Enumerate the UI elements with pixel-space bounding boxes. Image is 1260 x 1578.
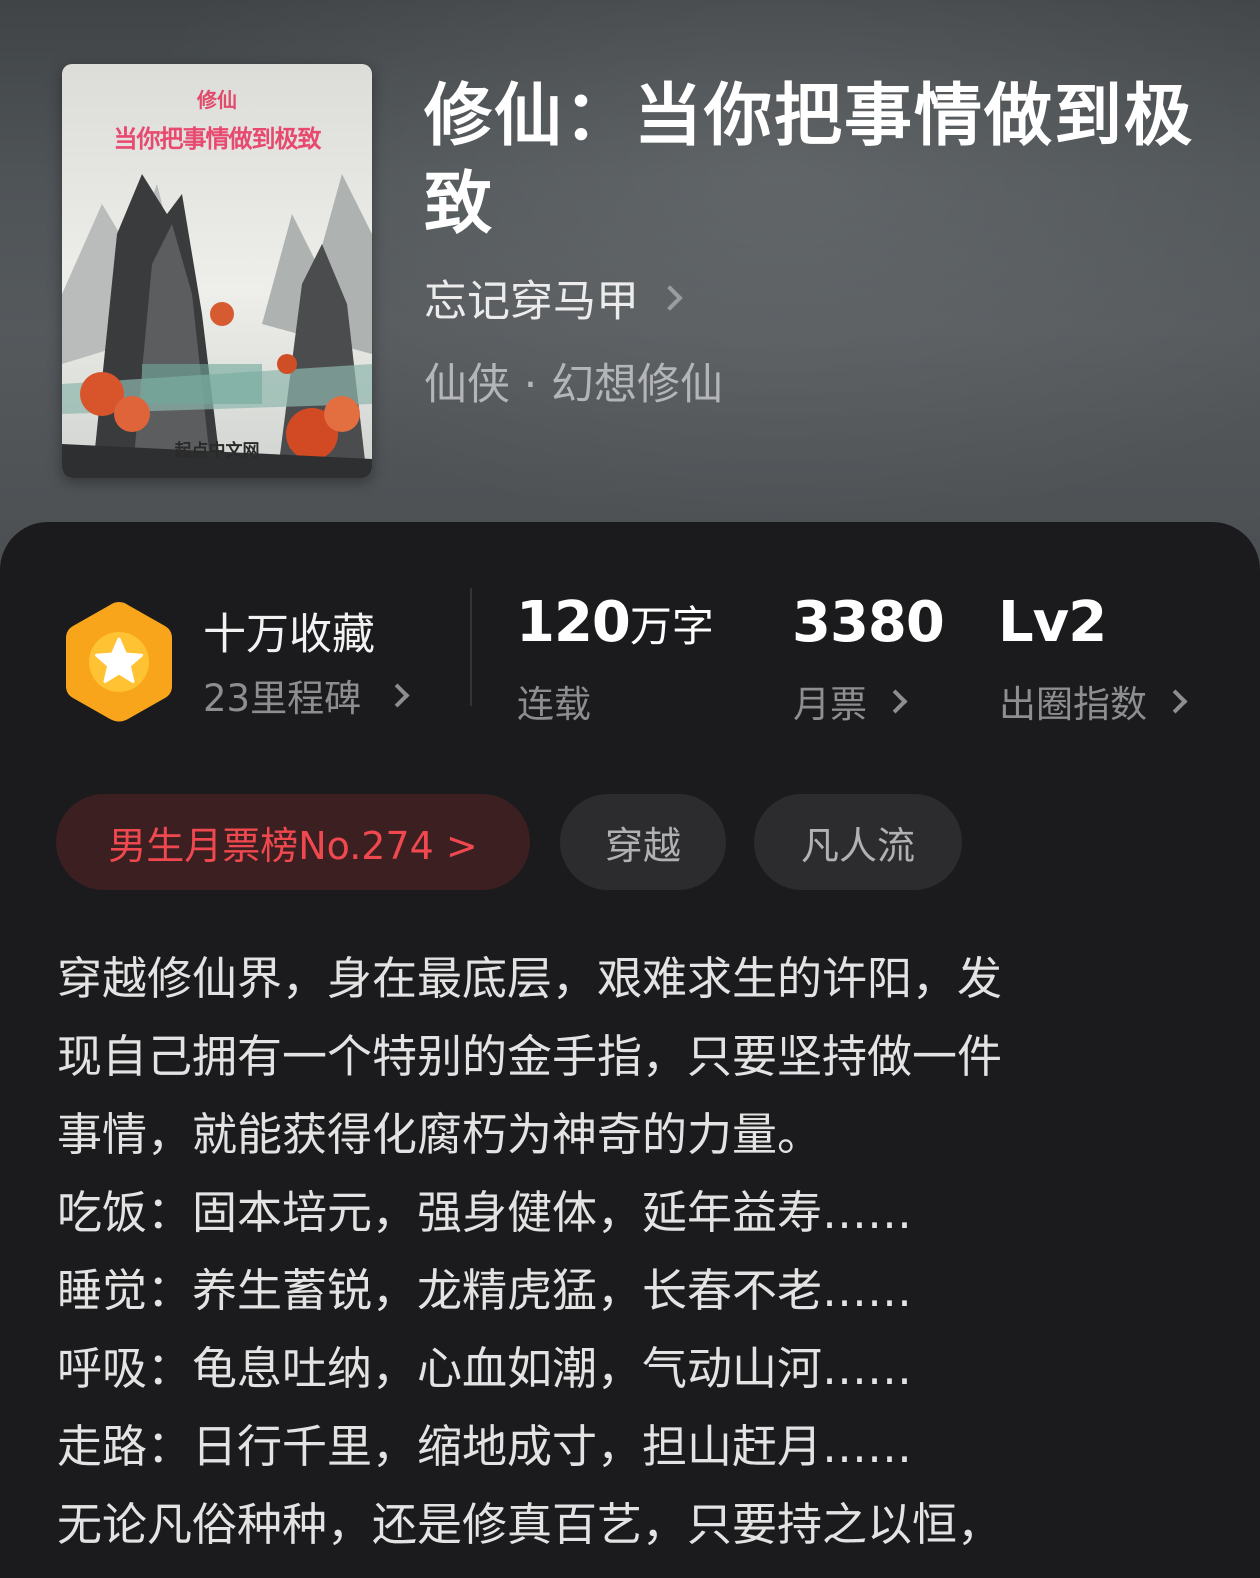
milestone-link[interactable]: 23里程碑 bbox=[203, 668, 410, 722]
level-label: 出圈指数 bbox=[999, 683, 1147, 726]
milestone-label: 23里程碑 bbox=[203, 677, 362, 720]
cover-small-title: 修仙 bbox=[197, 88, 237, 112]
chevron-right-icon bbox=[883, 688, 908, 714]
level-link[interactable]: 出圈指数 bbox=[999, 674, 1188, 728]
book-title: 修仙：当你把事情做到极致 bbox=[424, 76, 1195, 244]
description-line: 睡觉：养生蓄锐，龙精虎猛，长春不老…… bbox=[57, 1264, 913, 1317]
star-hexagon-icon bbox=[66, 602, 172, 722]
author-link[interactable]: 忘记穿马甲 bbox=[424, 268, 683, 328]
book-cover[interactable]: 修仙 当你把事情做到极致 起点中文网 bbox=[62, 64, 372, 478]
word-count-value: 120 bbox=[516, 590, 631, 655]
word-count-unit: 万字 bbox=[629, 602, 714, 651]
book-description[interactable]: 穿越修仙界，身在最底层，艰难求生的许阳，发 现自己拥有一个特别的金手指，只要坚持… bbox=[57, 940, 1207, 1564]
collect-title: 十万收藏 bbox=[203, 610, 375, 660]
author-name: 忘记穿马甲 bbox=[424, 277, 639, 327]
description-line: 走路：日行千里，缩地成寸，担山赶月…… bbox=[57, 1420, 913, 1473]
description-line: 无论凡俗种种，还是修真百艺，只要持之以恒， bbox=[57, 1498, 1003, 1551]
description-line: 穿越修仙界，身在最底层，艰难求生的许阳，发 bbox=[57, 952, 1003, 1005]
description-line: 呼吸：龟息吐纳，心血如潮，气动山河…… bbox=[57, 1342, 913, 1395]
tag-fanrenliu[interactable]: 凡人流 bbox=[754, 794, 962, 890]
stats-divider bbox=[470, 588, 472, 706]
description-line: 事情，就能获得化腐朽为神奇的力量。 bbox=[57, 1108, 823, 1161]
tag-chuanyue[interactable]: 穿越 bbox=[560, 794, 726, 890]
monthly-votes-value: 3380 bbox=[792, 590, 945, 655]
cover-main-title: 当你把事情做到极致 bbox=[113, 125, 322, 153]
monthly-votes-label: 月票 bbox=[793, 683, 867, 726]
monthly-votes-link[interactable]: 月票 bbox=[793, 674, 908, 728]
genre-label: 仙侠 · 幻想修仙 bbox=[424, 360, 724, 410]
level-value: Lv2 bbox=[998, 590, 1107, 655]
description-line: 现自己拥有一个特别的金手指，只要坚持做一件 bbox=[57, 1030, 1003, 1083]
chevron-right-icon bbox=[657, 285, 683, 311]
serial-status: 连载 bbox=[517, 683, 591, 726]
status-label: 连载 bbox=[517, 674, 591, 728]
chevron-right-icon bbox=[385, 682, 410, 708]
rank-tag-button[interactable]: 男生月票榜No.274 > bbox=[56, 794, 530, 890]
description-line: 吃饭：固本培元，强身健体，延年益寿…… bbox=[57, 1186, 913, 1239]
cover-publisher: 起点中文网 bbox=[174, 441, 260, 461]
word-count: 120万字 bbox=[516, 590, 714, 655]
chevron-right-icon bbox=[1163, 688, 1188, 714]
